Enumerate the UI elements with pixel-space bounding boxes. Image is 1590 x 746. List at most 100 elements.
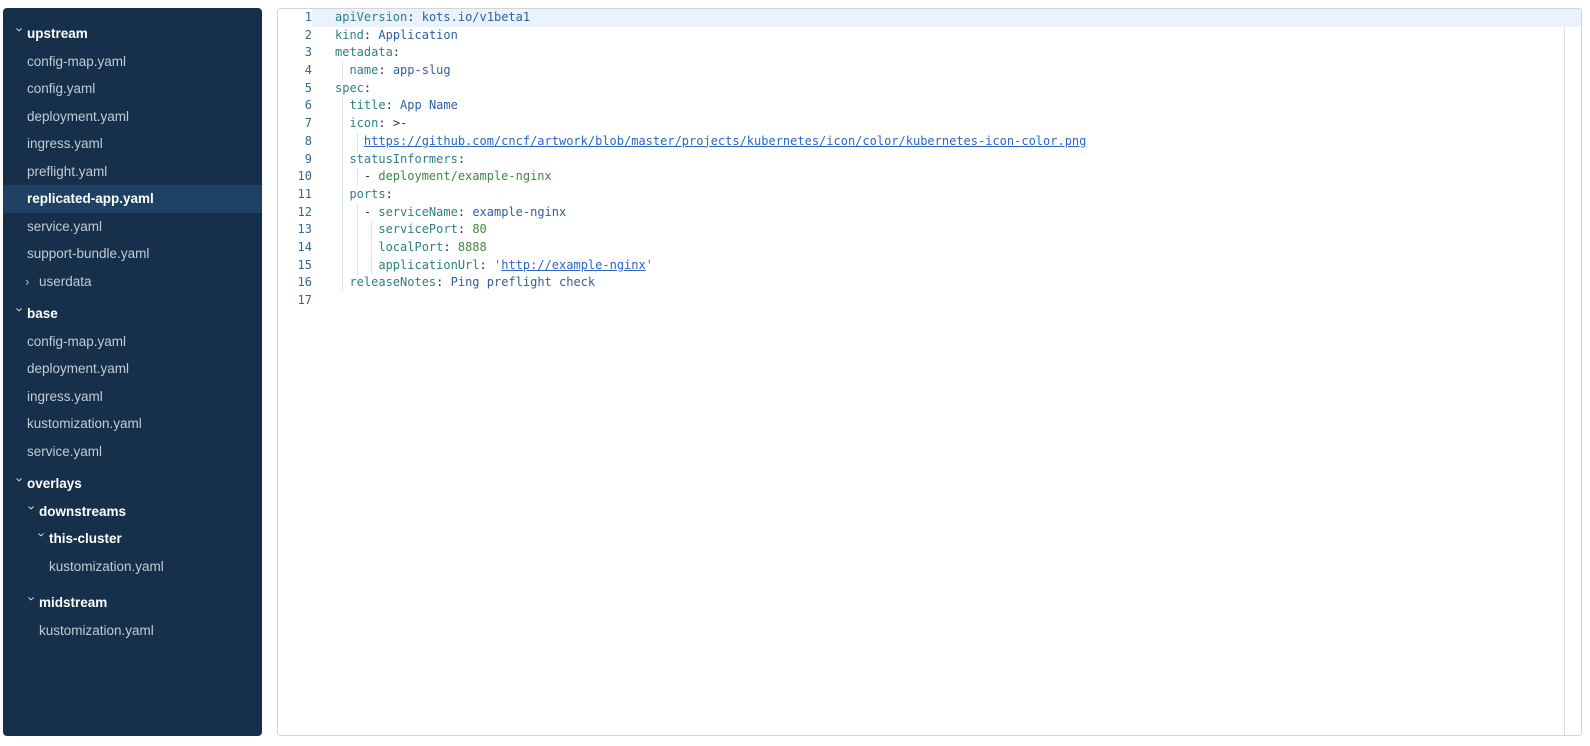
tree-item-label: deployment.yaml — [27, 361, 129, 376]
tree-item-support-bundle-yaml[interactable]: support-bundle.yaml — [3, 240, 262, 268]
url-link[interactable]: http://example-nginx — [501, 258, 646, 272]
line-number: 15 — [278, 257, 312, 275]
code-line-2[interactable]: 2kind: Application — [278, 27, 1581, 45]
tree-item-label: preflight.yaml — [27, 164, 107, 179]
code-token — [335, 169, 364, 183]
code-token: servicePort — [378, 222, 457, 236]
tree-item-label: downstreams — [39, 504, 126, 519]
tree-item-replicated-app-yaml[interactable]: replicated-app.yaml — [3, 185, 262, 213]
code-line-9[interactable]: 9 statusInformers: — [278, 151, 1581, 169]
chevron-down-icon[interactable]: › — [14, 308, 27, 322]
tree-item-userdata[interactable]: ›userdata — [3, 268, 262, 296]
tree-item-config-map-yaml[interactable]: config-map.yaml — [3, 328, 262, 356]
chevron-down-icon[interactable]: › — [14, 478, 27, 492]
code-line-content[interactable] — [312, 292, 1581, 310]
url-link[interactable]: https://github.com/cncf/artwork/blob/mas… — [364, 134, 1086, 148]
tree-item-deployment-yaml[interactable]: deployment.yaml — [3, 355, 262, 383]
code-token: name — [349, 63, 378, 77]
line-number: 8 — [278, 133, 312, 151]
code-line-content[interactable]: metadata: — [312, 44, 1581, 62]
tree-item-overlays[interactable]: ›overlays — [3, 470, 262, 498]
code-line-content[interactable]: name: app-slug — [312, 62, 1581, 80]
code-line-content[interactable]: title: App Name — [312, 97, 1581, 115]
code-line-4[interactable]: 4 name: app-slug — [278, 62, 1581, 80]
tree-item-label: midstream — [39, 595, 107, 610]
chevron-right-icon[interactable]: › — [25, 275, 39, 288]
chevron-down-icon[interactable]: › — [26, 505, 39, 519]
code-line-8[interactable]: 8 https://github.com/cncf/artwork/blob/m… — [278, 133, 1581, 151]
code-line-11[interactable]: 11 ports: — [278, 186, 1581, 204]
code-line-12[interactable]: 12 - serviceName: example-nginx — [278, 204, 1581, 222]
tree-item-kustomization-yaml[interactable]: kustomization.yaml — [3, 553, 262, 581]
code-token: title — [349, 98, 385, 112]
code-token: App Name — [400, 98, 458, 112]
tree-item-ingress-yaml[interactable]: ingress.yaml — [3, 130, 262, 158]
tree-item-ingress-yaml[interactable]: ingress.yaml — [3, 383, 262, 411]
tree-item-upstream[interactable]: ›upstream — [3, 20, 262, 48]
code-line-content[interactable]: applicationUrl: 'http://example-nginx' — [312, 257, 1581, 275]
code-line-content[interactable]: releaseNotes: Ping preflight check — [312, 274, 1581, 292]
code-line-content[interactable]: statusInformers: — [312, 151, 1581, 169]
code-line-content[interactable]: - deployment/example-nginx — [312, 168, 1581, 186]
code-line-content[interactable]: apiVersion: kots.io/v1beta1 — [312, 9, 1581, 27]
code-line-5[interactable]: 5spec: — [278, 80, 1581, 98]
tree-item-label: ingress.yaml — [27, 389, 103, 404]
tree-item-label: ingress.yaml — [27, 136, 103, 151]
code-line-content[interactable]: kind: Application — [312, 27, 1581, 45]
code-line-10[interactable]: 10 - deployment/example-nginx — [278, 168, 1581, 186]
code-line-content[interactable]: ports: — [312, 186, 1581, 204]
line-number: 7 — [278, 115, 312, 133]
code-editor[interactable]: 1apiVersion: kots.io/v1beta12kind: Appli… — [277, 8, 1582, 736]
tree-item-label: upstream — [27, 26, 88, 41]
code-token: example-nginx — [472, 205, 566, 219]
tree-item-base[interactable]: ›base — [3, 300, 262, 328]
code-line-14[interactable]: 14 localPort: 8888 — [278, 239, 1581, 257]
tree-item-deployment-yaml[interactable]: deployment.yaml — [3, 103, 262, 131]
indent-guide — [357, 257, 358, 275]
chevron-down-icon[interactable]: › — [14, 28, 27, 42]
code-line-content[interactable]: - serviceName: example-nginx — [312, 204, 1581, 222]
tree-item-config-map-yaml[interactable]: config-map.yaml — [3, 48, 262, 76]
line-number: 11 — [278, 186, 312, 204]
chevron-down-icon[interactable]: › — [36, 533, 49, 547]
code-line-6[interactable]: 6 title: App Name — [278, 97, 1581, 115]
code-token: : — [386, 98, 393, 112]
indent-guide — [357, 133, 358, 151]
code-token: releaseNotes — [349, 275, 436, 289]
line-number: 14 — [278, 239, 312, 257]
tree-item-label: replicated-app.yaml — [27, 191, 154, 206]
indent-guide — [371, 257, 372, 275]
indent-guide — [357, 168, 358, 186]
chevron-down-icon[interactable]: › — [26, 597, 39, 611]
tree-item-preflight-yaml[interactable]: preflight.yaml — [3, 158, 262, 186]
code-line-3[interactable]: 3metadata: — [278, 44, 1581, 62]
tree-item-kustomization-yaml[interactable]: kustomization.yaml — [3, 410, 262, 438]
indent-guide — [342, 115, 343, 133]
code-line-17[interactable]: 17 — [278, 292, 1581, 310]
tree-item-label: config-map.yaml — [27, 54, 126, 69]
tree-item-config-yaml[interactable]: config.yaml — [3, 75, 262, 103]
tree-item-label: kustomization.yaml — [49, 559, 164, 574]
code-line-content[interactable]: spec: — [312, 80, 1581, 98]
code-line-15[interactable]: 15 applicationUrl: 'http://example-nginx… — [278, 257, 1581, 275]
line-number: 9 — [278, 151, 312, 169]
tree-item-label: overlays — [27, 476, 82, 491]
line-number: 12 — [278, 204, 312, 222]
tree-item-downstreams[interactable]: ›downstreams — [3, 498, 262, 526]
code-line-content[interactable]: icon: >- — [312, 115, 1581, 133]
code-line-13[interactable]: 13 servicePort: 80 — [278, 221, 1581, 239]
code-line-content[interactable]: servicePort: 80 — [312, 221, 1581, 239]
code-line-7[interactable]: 7 icon: >- — [278, 115, 1581, 133]
code-line-1[interactable]: 1apiVersion: kots.io/v1beta1 — [278, 9, 1581, 27]
indent-guide — [342, 151, 343, 169]
indent-guide — [357, 221, 358, 239]
code-line-16[interactable]: 16 releaseNotes: Ping preflight check — [278, 274, 1581, 292]
line-number: 6 — [278, 97, 312, 115]
tree-item-kustomization-yaml[interactable]: kustomization.yaml — [3, 617, 262, 645]
code-line-content[interactable]: https://github.com/cncf/artwork/blob/mas… — [312, 133, 1581, 151]
code-line-content[interactable]: localPort: 8888 — [312, 239, 1581, 257]
tree-item-this-cluster[interactable]: ›this-cluster — [3, 525, 262, 553]
tree-item-service-yaml[interactable]: service.yaml — [3, 213, 262, 241]
tree-item-service-yaml[interactable]: service.yaml — [3, 438, 262, 466]
tree-item-midstream[interactable]: ›midstream — [3, 589, 262, 617]
